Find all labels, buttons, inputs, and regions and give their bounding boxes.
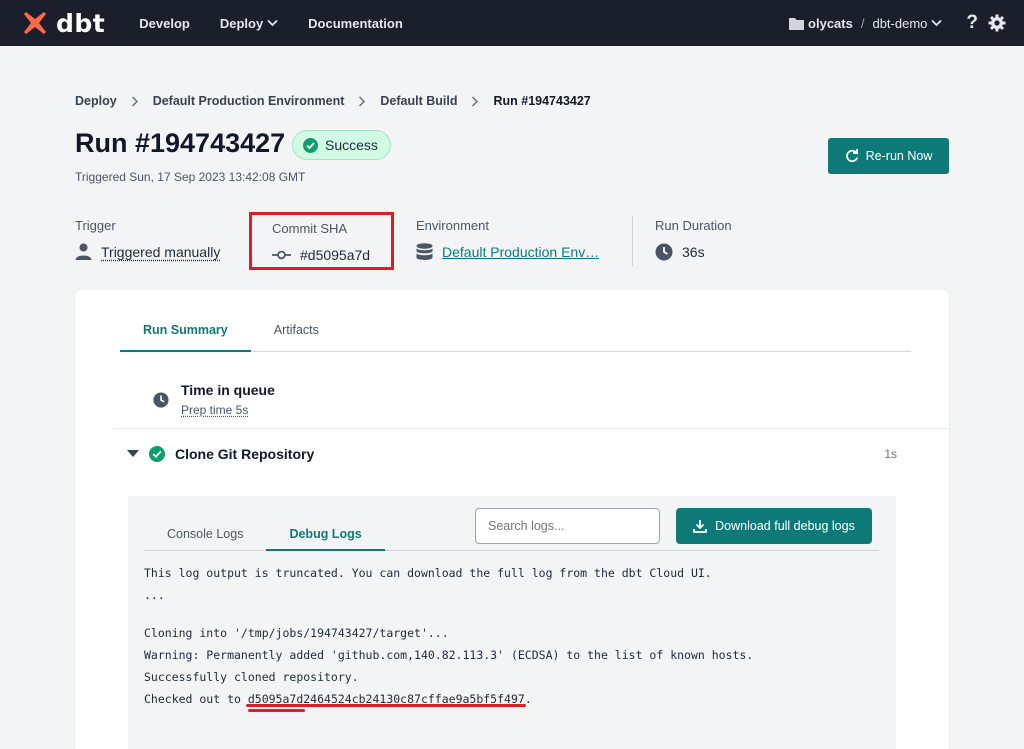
meta-environment: Environment Default Production Env… — [416, 218, 599, 261]
step-duration: 1s — [884, 447, 897, 461]
user-icon — [75, 243, 92, 260]
nav-documentation[interactable]: Documentation — [308, 16, 403, 31]
log-panel: Download full debug logs Console Logs De… — [128, 496, 896, 749]
step-clone-git[interactable]: Clone Git Repository 1s — [127, 446, 897, 462]
duration-value: 36s — [682, 244, 705, 260]
check-circle-icon — [149, 446, 165, 462]
commit-label: Commit SHA — [272, 221, 391, 236]
log-output: This log output is truncated. You can do… — [144, 562, 753, 710]
environment-label: Environment — [416, 218, 599, 233]
breadcrumb-run: Run #194743427 — [493, 94, 590, 108]
log-line: Warning: Permanently added 'github.com,1… — [144, 644, 753, 666]
time-in-queue: Time in queue Prep time 5s — [153, 382, 275, 417]
status-text: Success — [325, 137, 378, 153]
log-checkout-prefix: Checked out to — [144, 692, 248, 706]
clock-icon — [655, 243, 673, 261]
commit-value: #d5095a7d — [300, 247, 370, 263]
refresh-icon — [845, 149, 859, 163]
account-switcher[interactable]: olycats / dbt-demo — [789, 16, 942, 31]
run-tabs: Run Summary Artifacts — [120, 316, 911, 352]
check-circle-icon — [303, 138, 318, 153]
breadcrumb-environment[interactable]: Default Production Environment — [153, 94, 345, 108]
chevron-down-icon — [267, 19, 278, 27]
log-line: Cloning into '/tmp/jobs/194743427/target… — [144, 622, 753, 644]
duration-label: Run Duration — [655, 218, 732, 233]
gear-icon[interactable] — [988, 14, 1006, 32]
tab-debug-logs[interactable]: Debug Logs — [266, 527, 384, 551]
breadcrumb: Deploy Default Production Environment De… — [75, 94, 591, 108]
page-title: Run #194743427 — [75, 128, 285, 159]
trigger-value: Triggered manually — [101, 244, 220, 260]
run-card: Run Summary Artifacts Time in queue Prep… — [75, 290, 949, 749]
chevron-down-icon — [931, 19, 942, 27]
folder-icon — [789, 17, 804, 30]
divider — [113, 428, 949, 429]
top-nav: dbt Develop Deploy Documentation olycats… — [0, 0, 1024, 46]
chevron-right-icon — [131, 96, 139, 107]
tab-console-logs[interactable]: Console Logs — [144, 527, 266, 551]
environment-link[interactable]: Default Production Env… — [442, 244, 599, 260]
caret-down-icon[interactable] — [127, 450, 139, 458]
step-name: Clone Git Repository — [175, 446, 314, 462]
account-name: olycats — [808, 16, 853, 31]
log-line: This log output is truncated. You can do… — [144, 562, 753, 584]
meta-duration: Run Duration 36s — [655, 218, 732, 261]
meta-commit-sha: Commit SHA #d5095a7d — [249, 212, 394, 270]
trigger-label: Trigger — [75, 218, 220, 233]
breadcrumb-deploy[interactable]: Deploy — [75, 94, 117, 108]
log-tabs: Console Logs Debug Logs — [144, 527, 879, 551]
highlight-underline — [248, 709, 305, 712]
nav-develop[interactable]: Develop — [139, 16, 190, 31]
dbt-logo-icon — [20, 8, 50, 38]
breadcrumb-job[interactable]: Default Build — [380, 94, 457, 108]
chevron-right-icon — [471, 96, 479, 107]
nav-deploy-label: Deploy — [220, 16, 263, 31]
logo-text: dbt — [56, 9, 105, 38]
rerun-button[interactable]: Re-run Now — [828, 138, 949, 174]
log-line: ... — [144, 584, 753, 606]
triggered-timestamp: Triggered Sun, 17 Sep 2023 13:42:08 GMT — [75, 170, 305, 184]
project-selector[interactable]: dbt-demo — [872, 16, 942, 31]
tab-artifacts[interactable]: Artifacts — [251, 316, 342, 352]
project-name: dbt-demo — [872, 16, 927, 31]
tab-run-summary[interactable]: Run Summary — [120, 316, 251, 352]
dbt-logo[interactable]: dbt — [20, 8, 105, 38]
meta-trigger: Trigger Triggered manually — [75, 218, 220, 260]
clock-icon — [153, 392, 169, 408]
database-icon — [416, 243, 433, 261]
chevron-right-icon — [358, 96, 366, 107]
nav-deploy[interactable]: Deploy — [220, 16, 278, 31]
meta-divider — [632, 216, 633, 266]
rerun-label: Re-run Now — [866, 149, 933, 163]
queue-title: Time in queue — [181, 382, 275, 398]
help-icon[interactable]: ? — [966, 12, 978, 34]
highlight-underline — [246, 704, 526, 707]
status-badge: Success — [292, 130, 391, 160]
log-line: Checked out to d5095a7d2464524cb24130c87… — [144, 688, 532, 710]
account-separator: / — [861, 16, 865, 31]
queue-prep-time: Prep time 5s — [181, 403, 275, 417]
log-line: Successfully cloned repository. — [144, 666, 753, 688]
git-commit-icon — [272, 250, 291, 260]
